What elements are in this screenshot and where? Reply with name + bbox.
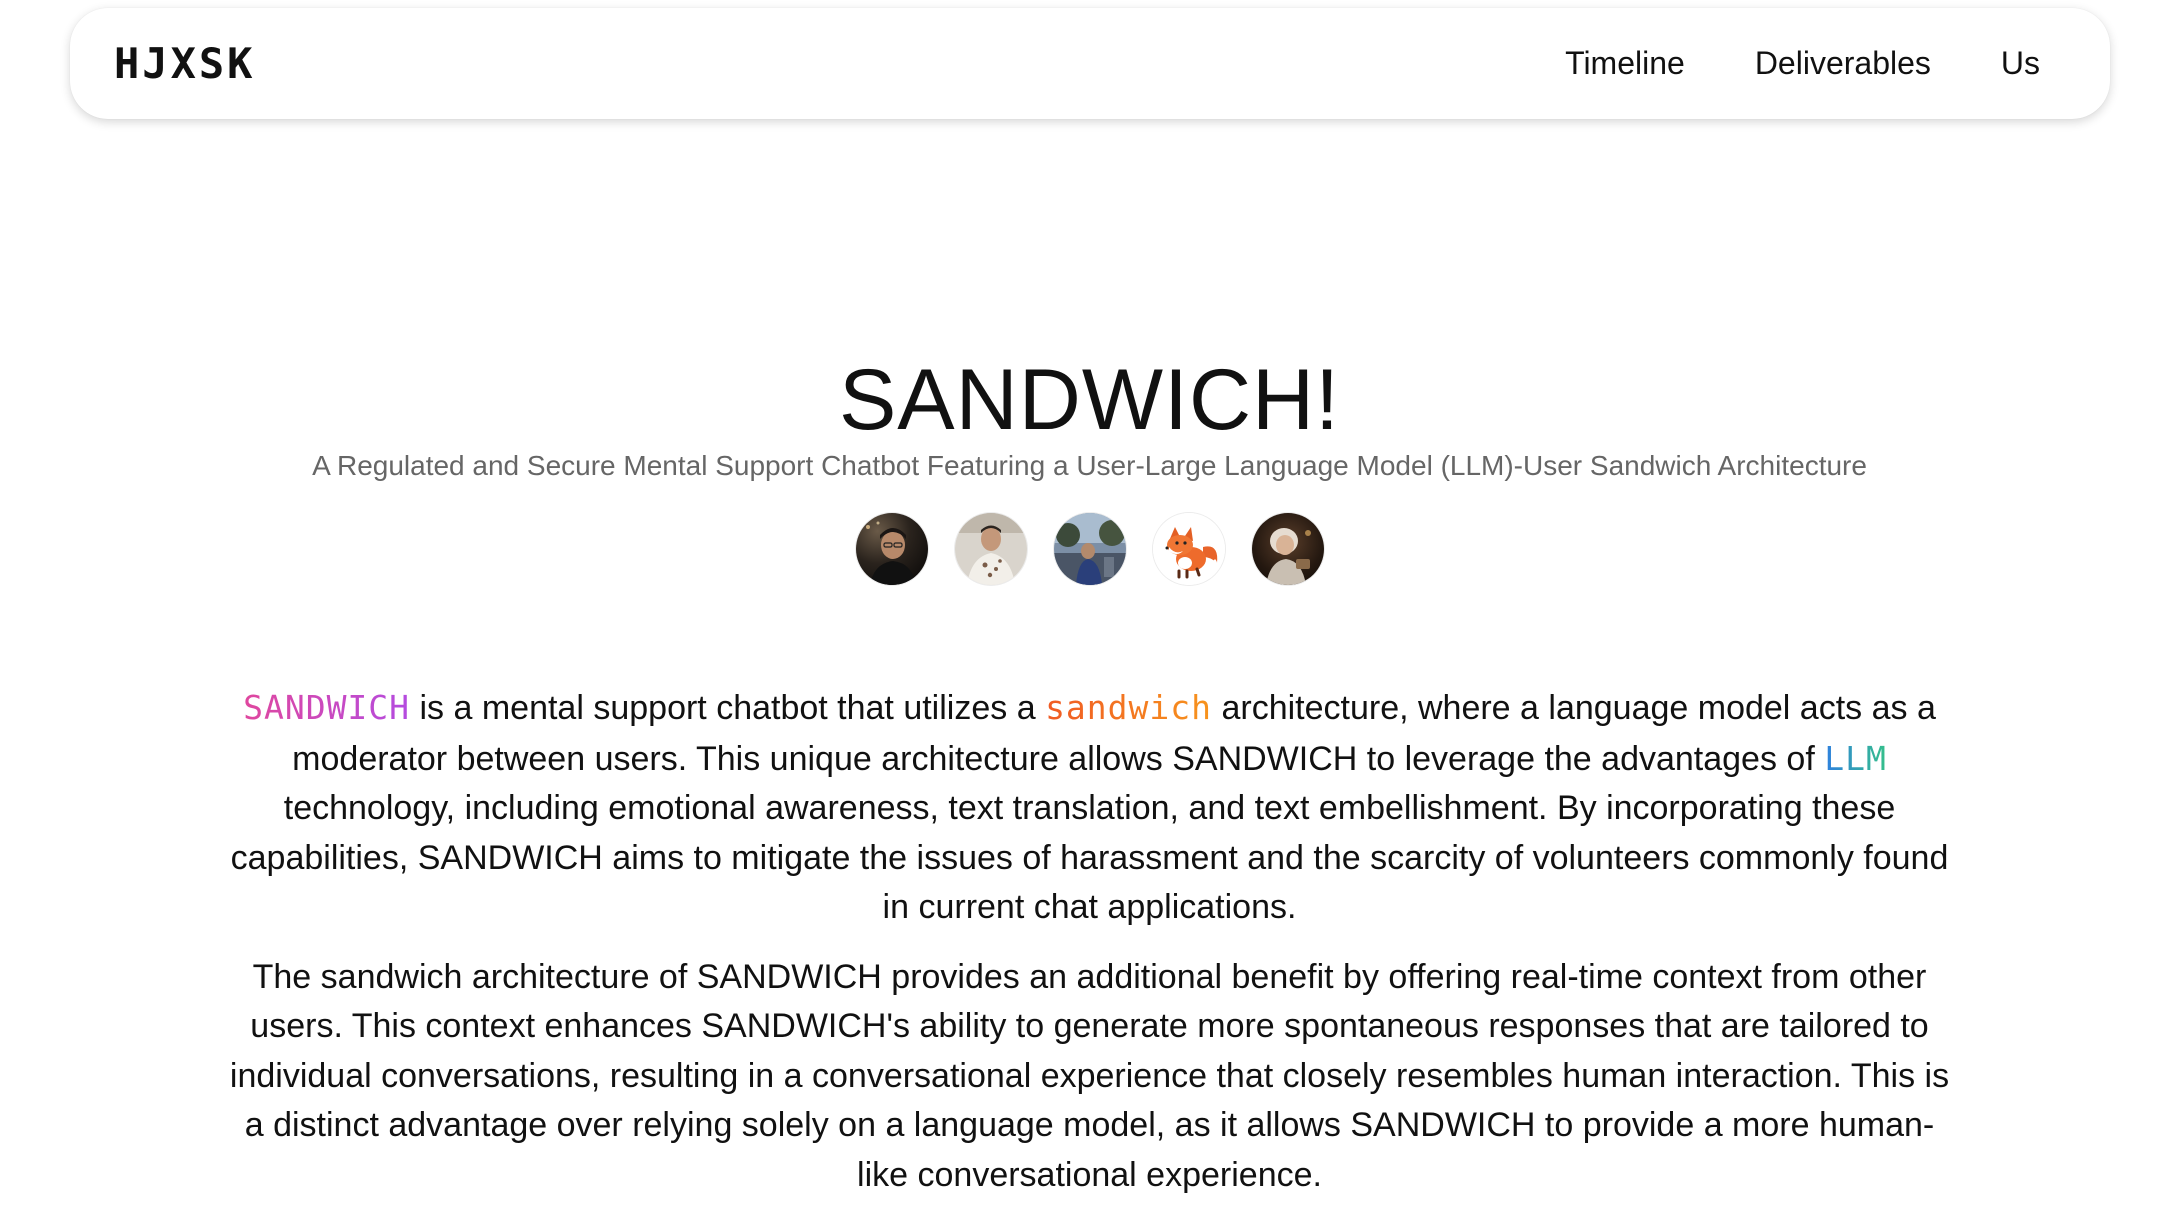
architecture-paragraph: The sandwich architecture of SANDWICH pr… — [229, 957, 1950, 1194]
page-subtitle: A Regulated and Secure Mental Support Ch… — [312, 450, 1867, 481]
team-member-avatar-3[interactable] — [1053, 513, 1126, 585]
person-avatar-icon — [1251, 513, 1324, 585]
main-content: SANDWICH is a mental support chatbot tha… — [220, 683, 1959, 1220]
nav-link-deliverables[interactable]: Deliverables — [1755, 45, 1931, 82]
page-title: SANDWICH! — [838, 352, 1341, 448]
fox-avatar-icon — [1152, 513, 1225, 585]
nav-link-timeline[interactable]: Timeline — [1565, 45, 1685, 82]
llm-highlight-text: LLM — [1824, 738, 1887, 778]
brand-logo-link[interactable]: HJXSK — [114, 8, 255, 119]
sandwich-lowercase-highlight-text: sandwich — [1045, 688, 1213, 727]
team-avatars — [0, 513, 2179, 585]
person-avatar-icon — [855, 513, 928, 585]
team-member-avatar-5[interactable] — [1251, 513, 1324, 585]
team-member-avatar-1[interactable] — [855, 513, 928, 585]
nav-links: Timeline Deliverables Us — [1565, 8, 2040, 119]
nav-link-us[interactable]: Us — [2001, 45, 2040, 82]
person-avatar-icon — [954, 513, 1027, 585]
intro-paragraph: SANDWICH is a mental support chatbot tha… — [220, 683, 1959, 933]
person-avatar-icon — [1053, 513, 1126, 585]
top-navbar: HJXSK Timeline Deliverables Us — [70, 8, 2110, 119]
team-member-avatar-4[interactable] — [1152, 513, 1225, 585]
sandwich-highlight-text: SANDWICH — [243, 688, 411, 727]
team-member-avatar-2[interactable] — [954, 513, 1027, 585]
intro-text-part-3: technology, including emotional awarenes… — [230, 789, 1949, 926]
intro-text-part-1: is a mental support chatbot that utilize… — [410, 689, 1046, 727]
